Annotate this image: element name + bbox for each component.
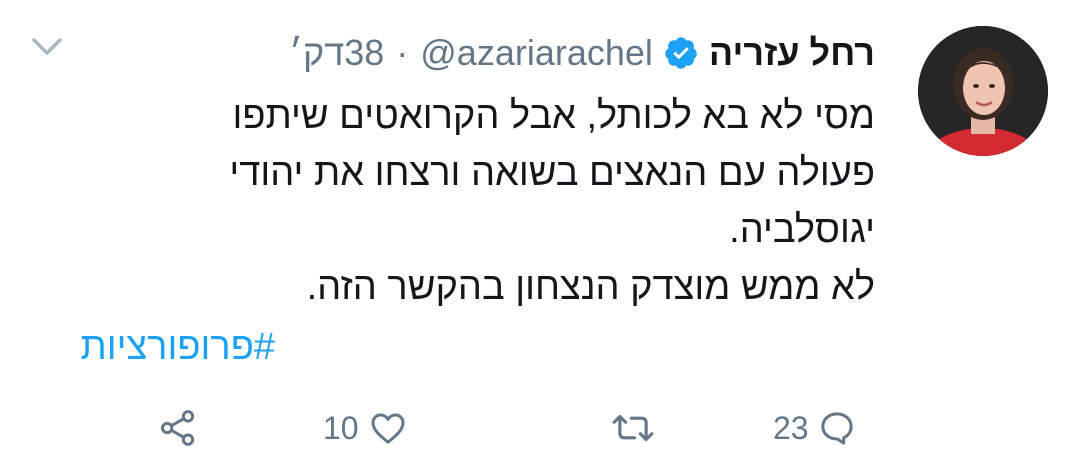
hashtag-link[interactable]: #פרופורציות (80, 322, 275, 372)
avatar[interactable] (918, 26, 1048, 156)
reply-button[interactable]: 23 (773, 400, 857, 456)
reply-icon (817, 408, 857, 448)
tweet-text-line: לא ממש מוצדק הנצחון בהקשר הזה. (306, 266, 875, 308)
retweet-button[interactable] (610, 400, 656, 456)
author-name[interactable]: רחל עזריה (709, 32, 875, 74)
tweet-header: רחל עזריה @azariarachel · 38דק׳ (289, 30, 875, 76)
tweet-timestamp[interactable]: 38דק׳ (289, 32, 384, 74)
action-bar: 23 10 (0, 400, 1080, 456)
heart-icon (367, 408, 409, 448)
share-icon (158, 408, 198, 448)
retweet-icon (610, 408, 656, 448)
reply-count: 23 (773, 409, 809, 446)
share-button[interactable] (158, 400, 198, 456)
chevron-down-icon[interactable] (30, 34, 64, 60)
avatar-image (918, 26, 1048, 156)
tweet-text-line: יגוסלביה. (729, 209, 875, 251)
author-handle[interactable]: @azariarachel (420, 32, 653, 74)
tweet-card[interactable]: רחל עזריה @azariarachel · 38דק׳ מסי לא ב… (0, 0, 1080, 457)
tweet-text-line: פעולה עם הנאצים בשואה ורצחו את יהודי (229, 152, 875, 194)
verified-badge-icon (663, 35, 699, 71)
tweet-text-line: מסי לא בא לכותל, אבל הקרואטים שיתפו (232, 95, 875, 137)
separator-dot: · (396, 32, 409, 73)
tweet-text: מסי לא בא לכותל, אבל הקרואטים שיתפו פעול… (185, 88, 875, 316)
like-button[interactable]: 10 (323, 400, 409, 456)
like-count: 10 (323, 409, 359, 446)
